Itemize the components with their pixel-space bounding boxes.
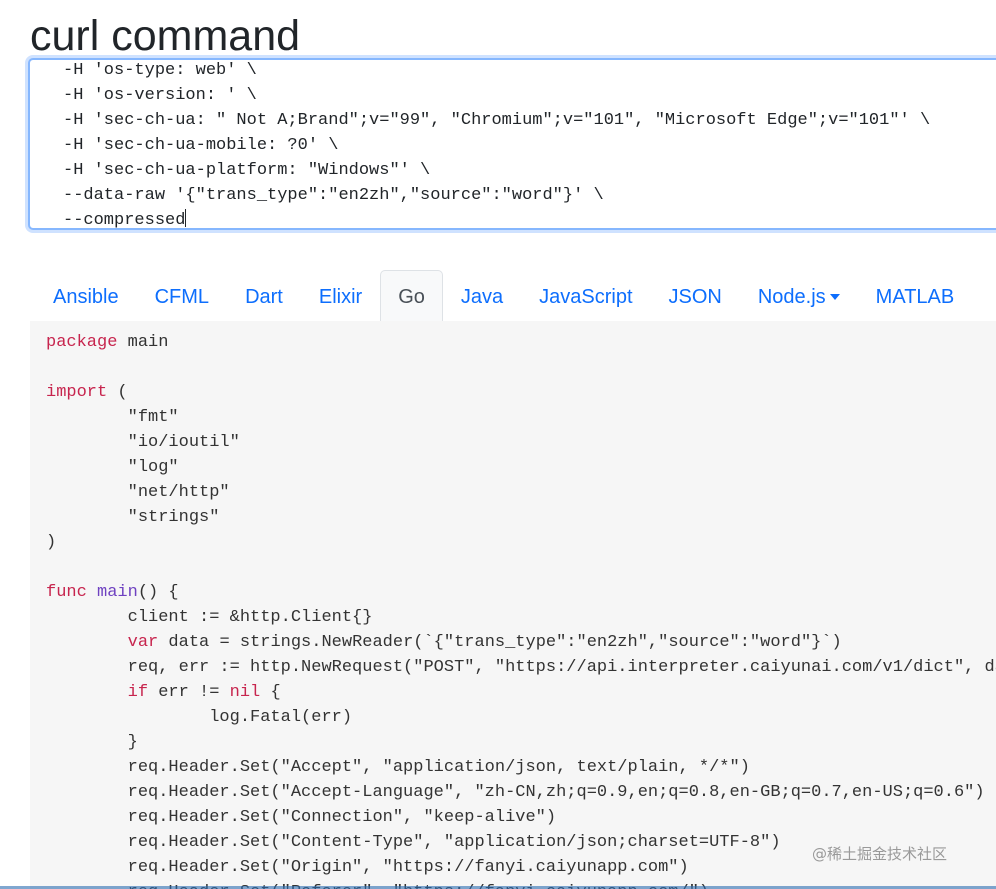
tab-java[interactable]: Java: [443, 270, 521, 321]
code-keyword: func: [46, 583, 87, 602]
code-keyword: nil: [229, 683, 261, 702]
code-block: package main import ( "fmt" "io/ioutil" …: [46, 333, 996, 889]
tab-label: Elixir: [318, 286, 363, 308]
tab-label: Ansible: [53, 286, 119, 308]
curl-command-text[interactable]: -H 'os-type: web' \ -H 'os-version: ' \ …: [63, 60, 931, 230]
watermark: @稀土掘金技术社区: [812, 845, 948, 863]
tab-label: MATLAB: [875, 286, 955, 308]
curl-line: -H 'sec-ch-ua: " Not A;Brand";v="99", "C…: [63, 111, 931, 130]
code-keyword: package: [46, 333, 118, 352]
tab-label: Go: [398, 286, 425, 308]
curl-line: -H 'os-version: ' \: [63, 86, 257, 105]
tab-cfml[interactable]: CFML: [137, 270, 227, 321]
tab-label: JSON: [668, 286, 722, 308]
tab-label: CFML: [154, 286, 210, 308]
tab-elixir[interactable]: Elixir: [301, 270, 380, 321]
language-tabs: Ansible CFML Dart Elixir Go Java JavaScr…: [30, 270, 996, 322]
code-keyword: if: [127, 683, 149, 702]
curl-line: -H 'sec-ch-ua-mobile: ?0' \: [63, 136, 339, 155]
tab-nodejs-dropdown[interactable]: Node.js: [740, 270, 858, 321]
curl-line: --compressed: [63, 211, 186, 230]
code-keyword: import: [46, 383, 108, 402]
tab-label: Node.js: [757, 286, 826, 308]
page-title: curl command: [30, 12, 301, 60]
code-keyword: var: [127, 633, 159, 652]
tab-label: JavaScript: [539, 286, 633, 308]
tab-go[interactable]: Go: [380, 270, 443, 322]
code-function-name: main: [97, 583, 138, 602]
tab-json[interactable]: JSON: [651, 270, 740, 321]
curl-line: -H 'os-type: web' \: [63, 61, 257, 80]
curl-line: --data-raw '{"trans_type":"en2zh","sourc…: [63, 186, 604, 205]
code-output[interactable]: package main import ( "fmt" "io/ioutil" …: [30, 321, 996, 889]
curl-line: -H 'sec-ch-ua-platform: "Windows"' \: [63, 161, 431, 180]
tab-label: Dart: [245, 286, 283, 308]
tab-dart[interactable]: Dart: [227, 270, 301, 321]
tab-matlab[interactable]: MATLAB: [858, 270, 973, 321]
curl-command-textarea[interactable]: -H 'os-type: web' \ -H 'os-version: ' \ …: [28, 58, 996, 230]
tab-javascript[interactable]: JavaScript: [521, 270, 650, 321]
text-cursor: [185, 209, 187, 227]
tab-ansible[interactable]: Ansible: [30, 270, 137, 321]
tab-label: Java: [460, 286, 504, 308]
chevron-down-icon: [829, 294, 840, 300]
